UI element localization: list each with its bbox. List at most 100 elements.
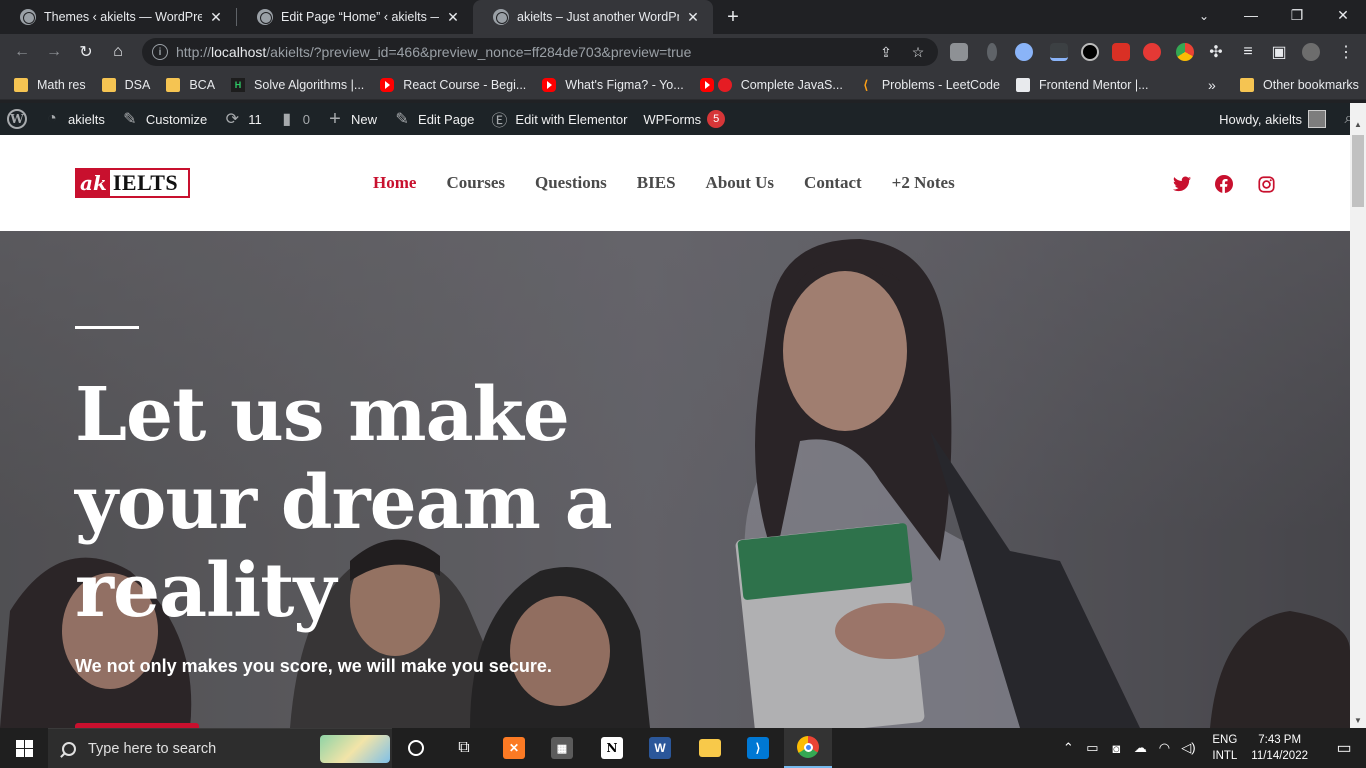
extension-lens-icon[interactable] bbox=[1015, 43, 1033, 61]
bookmark-item[interactable]: ⟨ Problems - LeetCode bbox=[859, 78, 999, 92]
wp-logo-menu[interactable]: W bbox=[0, 103, 35, 135]
globe-icon bbox=[493, 9, 509, 25]
notion-icon[interactable]: N bbox=[588, 728, 636, 768]
side-panel-icon[interactable]: ▣ bbox=[1263, 36, 1295, 68]
menu-dots-icon[interactable]: ⋮ bbox=[1330, 36, 1362, 68]
bookmark-item[interactable]: What's Figma? - Yo... bbox=[542, 77, 684, 92]
scroll-up-icon[interactable]: ▲ bbox=[1353, 120, 1363, 130]
new-tab-button[interactable]: + bbox=[719, 0, 747, 34]
extension-mail-icon[interactable] bbox=[950, 43, 968, 61]
hero-subtitle: We not only makes you score, we will mak… bbox=[75, 656, 552, 676]
extension-video-icon[interactable] bbox=[1112, 43, 1130, 61]
home-icon[interactable]: ⌂ bbox=[102, 36, 134, 68]
back-icon[interactable]: ← bbox=[6, 36, 38, 68]
menu-item-contact[interactable]: Contact bbox=[804, 173, 862, 193]
extension-pen-icon[interactable] bbox=[1050, 43, 1068, 61]
task-view-icon[interactable]: ⧉ bbox=[440, 728, 488, 768]
start-button[interactable] bbox=[0, 728, 48, 768]
menu-item-plus2-notes[interactable]: +2 Notes bbox=[892, 173, 955, 193]
admin-edit-page[interactable]: ✎ Edit Page bbox=[385, 103, 482, 135]
profile-avatar[interactable] bbox=[1302, 43, 1320, 61]
camera-icon[interactable]: ◙ bbox=[1104, 741, 1128, 756]
extension-dark-icon[interactable] bbox=[1081, 43, 1099, 61]
admin-wpforms[interactable]: WPForms 5 bbox=[635, 103, 733, 135]
admin-site-name[interactable]: ◔ akielts bbox=[35, 103, 113, 135]
forward-icon[interactable]: → bbox=[38, 36, 70, 68]
close-icon[interactable]: ✕ bbox=[685, 9, 701, 26]
folder-icon bbox=[14, 77, 28, 92]
address-bar[interactable]: i http://localhost/akielts/?preview_id=4… bbox=[142, 38, 938, 66]
bookmark-item[interactable]: Frontend Mentor |... bbox=[1015, 77, 1149, 92]
vscode-icon[interactable]: ⟩ bbox=[734, 728, 782, 768]
menu-item-bies[interactable]: BIES bbox=[637, 173, 676, 193]
menu-item-questions[interactable]: Questions bbox=[535, 173, 607, 193]
notification-icon[interactable]: ▭ bbox=[1322, 738, 1366, 758]
update-icon: ⟳ bbox=[225, 111, 239, 128]
volume-icon[interactable]: ◁) bbox=[1176, 740, 1200, 756]
bookmark-item[interactable]: React Course - Begi... bbox=[380, 77, 526, 92]
bookmark-item[interactable]: DSA bbox=[101, 77, 150, 92]
tab-search-icon[interactable]: ⌄ bbox=[1192, 4, 1216, 28]
close-window-icon[interactable]: ✕ bbox=[1320, 0, 1366, 30]
extension-mic-icon[interactable] bbox=[987, 43, 997, 61]
browser-tab-preview[interactable]: akielts – Just another WordPress ✕ bbox=[473, 0, 713, 34]
browser-tab-edit-page[interactable]: Edit Page “Home” ‹ akielts — Wo ✕ bbox=[237, 0, 473, 34]
restore-icon[interactable]: ❐ bbox=[1274, 0, 1320, 30]
page-scrollbar[interactable]: ▲ ▼ bbox=[1350, 103, 1366, 728]
menu-item-home[interactable]: Home bbox=[373, 173, 416, 193]
bookmark-item[interactable]: BCA bbox=[166, 77, 215, 92]
battery-icon[interactable]: ▭ bbox=[1080, 740, 1104, 756]
admin-comments[interactable]: ▮ 0 bbox=[270, 103, 318, 135]
scroll-down-icon[interactable]: ▼ bbox=[1353, 716, 1363, 726]
onedrive-icon[interactable]: ☁ bbox=[1128, 740, 1152, 756]
word-icon[interactable]: W bbox=[636, 728, 684, 768]
browser-tab-themes[interactable]: Themes ‹ akielts — WordPress ✕ bbox=[0, 0, 236, 34]
menu-item-courses[interactable]: Courses bbox=[446, 173, 505, 193]
admin-new[interactable]: + New bbox=[318, 103, 385, 135]
language-indicator[interactable]: ENG INTL bbox=[1212, 732, 1237, 764]
bookmark-item[interactable]: Math res bbox=[14, 77, 86, 92]
menu-item-about-us[interactable]: About Us bbox=[706, 173, 775, 193]
hero-title: Let us make your dream a reality bbox=[75, 372, 613, 634]
reload-icon[interactable]: ↻ bbox=[70, 36, 102, 68]
wifi-icon[interactable]: ◠ bbox=[1152, 740, 1176, 756]
site-info-icon[interactable]: i bbox=[152, 44, 168, 60]
youtube-icon bbox=[380, 77, 395, 92]
extension-color-icon[interactable] bbox=[1176, 43, 1194, 61]
other-bookmarks[interactable]: Other bookmarks bbox=[1240, 78, 1359, 92]
chevron-up-icon[interactable]: ⌃ bbox=[1056, 740, 1080, 756]
folder-icon bbox=[101, 77, 116, 92]
file-explorer-icon[interactable] bbox=[686, 728, 734, 768]
twitter-icon[interactable] bbox=[1172, 174, 1192, 194]
extension-block-icon[interactable] bbox=[1143, 43, 1161, 61]
admin-customize[interactable]: ✎ Customize bbox=[113, 103, 215, 135]
extensions-puzzle-icon[interactable]: ✣ bbox=[1200, 36, 1232, 68]
scroll-thumb[interactable] bbox=[1352, 135, 1364, 207]
bookmarks-overflow-icon[interactable]: » bbox=[1208, 77, 1216, 93]
chrome-icon[interactable] bbox=[784, 728, 832, 768]
calculator-icon[interactable]: ▦ bbox=[538, 728, 586, 768]
hackerrank-icon: H bbox=[231, 77, 246, 92]
howdy-user[interactable]: Howdy, akielts bbox=[1219, 112, 1302, 127]
cortana-icon[interactable] bbox=[392, 728, 440, 768]
taskbar-search[interactable]: Type here to search bbox=[48, 728, 392, 768]
instagram-icon[interactable] bbox=[1256, 174, 1276, 194]
bookmark-item[interactable]: H Solve Algorithms |... bbox=[231, 77, 364, 92]
minimize-icon[interactable]: — bbox=[1228, 0, 1274, 30]
facebook-icon[interactable] bbox=[1214, 174, 1234, 194]
admin-elementor[interactable]: Ⓔ Edit with Elementor bbox=[482, 103, 635, 135]
bookmark-star-icon[interactable]: ☆ bbox=[910, 44, 926, 60]
bookmark-item[interactable]: Complete JavaS... bbox=[699, 77, 843, 92]
main-menu: Home Courses Questions BIES About Us Con… bbox=[373, 173, 985, 193]
tab-title: Themes ‹ akielts — WordPress bbox=[44, 10, 202, 24]
reading-list-icon[interactable]: ≡ bbox=[1232, 36, 1264, 68]
avatar[interactable] bbox=[1308, 110, 1326, 128]
close-icon[interactable]: ✕ bbox=[208, 9, 224, 26]
taskbar-clock[interactable]: 7:43 PM 11/14/2022 bbox=[1251, 732, 1308, 764]
share-icon[interactable]: ⇪ bbox=[878, 44, 894, 60]
site-logo[interactable]: ak IELTS bbox=[75, 168, 190, 198]
admin-updates[interactable]: ⟳ 11 bbox=[215, 103, 270, 135]
comment-icon: ▮ bbox=[282, 111, 292, 128]
xampp-icon[interactable]: ✕ bbox=[490, 728, 538, 768]
close-icon[interactable]: ✕ bbox=[445, 9, 461, 26]
